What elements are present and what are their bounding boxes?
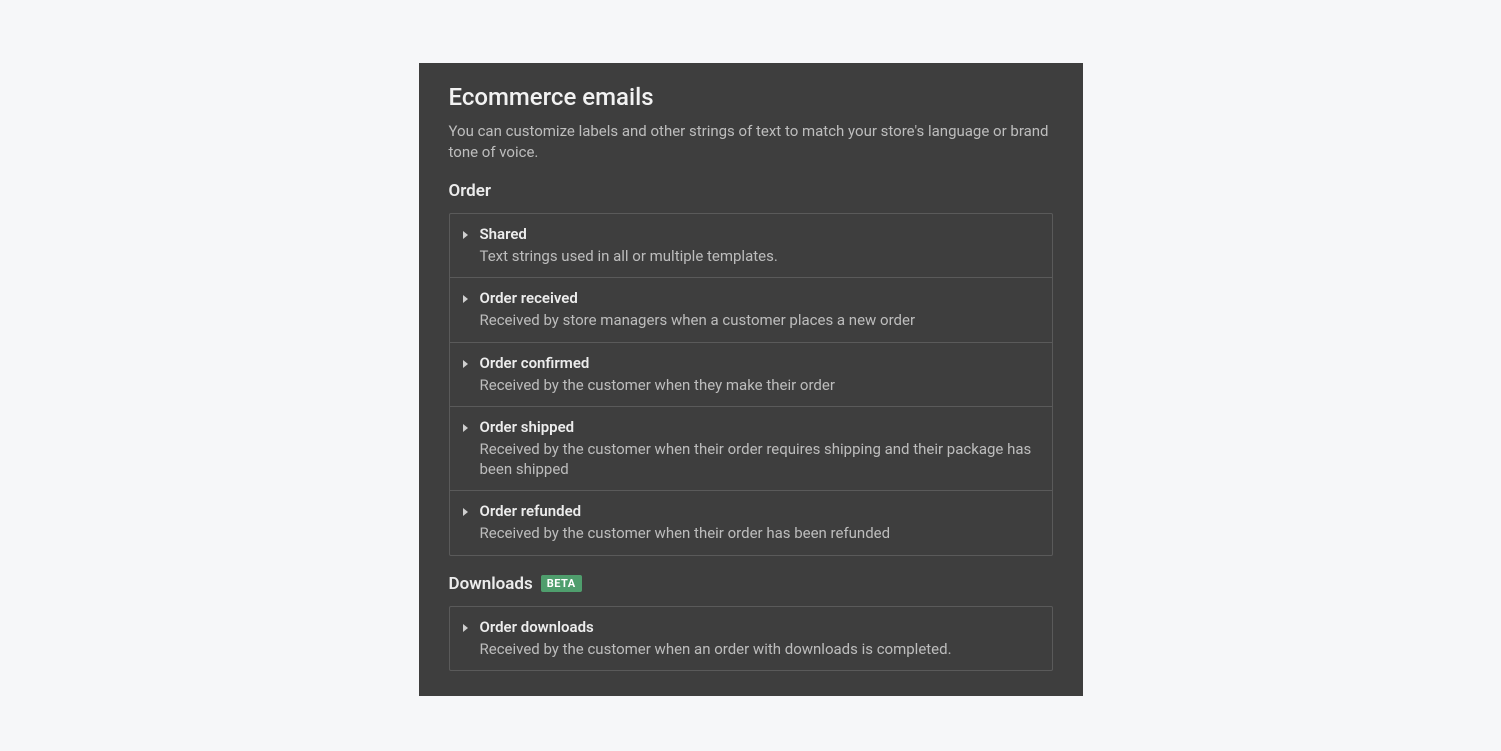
row-order-received[interactable]: Order received Received by store manager… [450, 278, 1052, 342]
row-body: Order refunded Received by the customer … [480, 502, 1038, 543]
row-desc: Text strings used in all or multiple tem… [480, 246, 1038, 266]
row-title: Order shipped [480, 418, 1038, 436]
row-desc: Received by the customer when they make … [480, 375, 1038, 395]
row-order-shipped[interactable]: Order shipped Received by the customer w… [450, 407, 1052, 492]
row-title: Order confirmed [480, 354, 1038, 372]
panel-description: You can customize labels and other strin… [449, 121, 1053, 163]
caret-right-icon [462, 230, 470, 240]
section-title: Order [449, 181, 492, 201]
row-title: Order received [480, 289, 1038, 307]
ecommerce-emails-panel: Ecommerce emails You can customize label… [419, 63, 1083, 696]
row-order-downloads[interactable]: Order downloads Received by the customer… [450, 607, 1052, 670]
caret-right-icon [462, 423, 470, 433]
row-body: Order downloads Received by the customer… [480, 618, 1038, 659]
row-desc: Received by the customer when their orde… [480, 523, 1038, 543]
row-body: Order shipped Received by the customer w… [480, 418, 1038, 480]
panel-title: Ecommerce emails [449, 83, 1053, 111]
row-title: Shared [480, 225, 1038, 243]
row-desc: Received by store managers when a custom… [480, 310, 1038, 330]
row-body: Shared Text strings used in all or multi… [480, 225, 1038, 266]
caret-right-icon [462, 359, 470, 369]
row-order-refunded[interactable]: Order refunded Received by the customer … [450, 491, 1052, 554]
row-title: Order refunded [480, 502, 1038, 520]
caret-right-icon [462, 294, 470, 304]
section-header-downloads: Downloads BETA [449, 574, 1053, 594]
section-group-order: Shared Text strings used in all or multi… [449, 213, 1053, 556]
beta-badge: BETA [541, 575, 582, 592]
section-group-downloads: Order downloads Received by the customer… [449, 606, 1053, 671]
section-title: Downloads [449, 574, 533, 594]
caret-right-icon [462, 623, 470, 633]
row-body: Order received Received by store manager… [480, 289, 1038, 330]
section-header-order: Order [449, 181, 1053, 201]
row-body: Order confirmed Received by the customer… [480, 354, 1038, 395]
caret-right-icon [462, 507, 470, 517]
row-order-confirmed[interactable]: Order confirmed Received by the customer… [450, 343, 1052, 407]
row-shared[interactable]: Shared Text strings used in all or multi… [450, 214, 1052, 278]
row-desc: Received by the customer when an order w… [480, 639, 1038, 659]
row-desc: Received by the customer when their orde… [480, 439, 1038, 480]
row-title: Order downloads [480, 618, 1038, 636]
